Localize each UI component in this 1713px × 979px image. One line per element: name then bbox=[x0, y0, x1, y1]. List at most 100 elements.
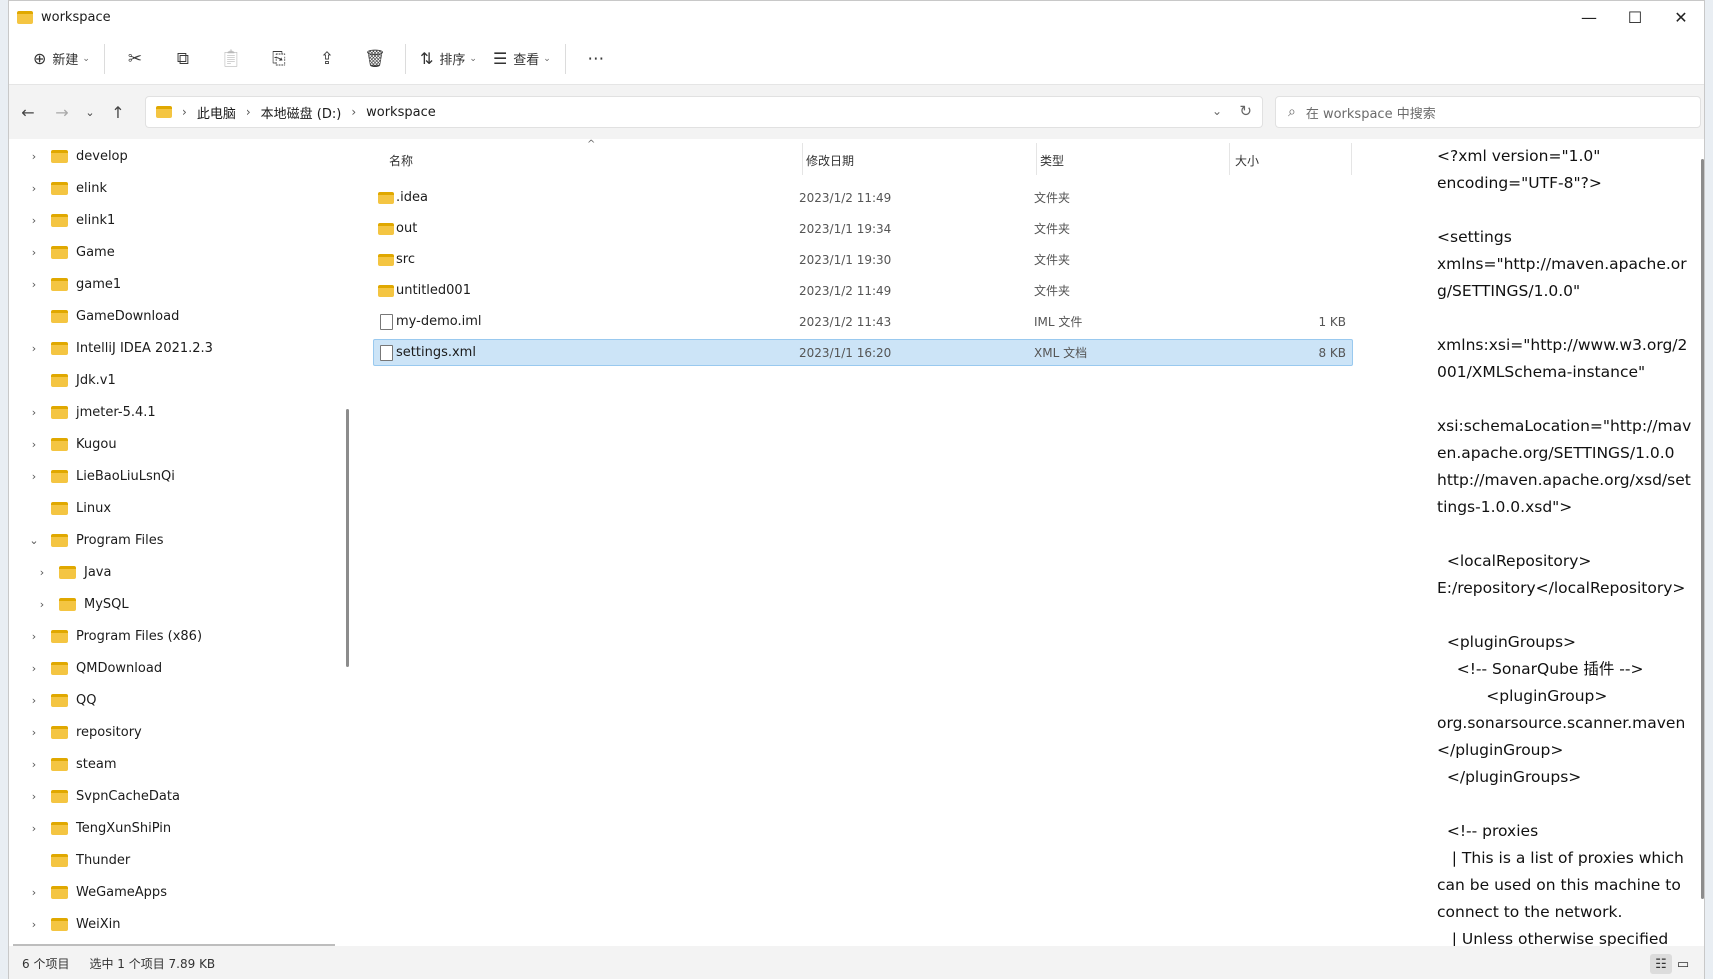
chevron-right-icon[interactable]: › bbox=[35, 566, 49, 579]
nav-item[interactable]: › LieBaoLiuLsnQi bbox=[9, 461, 329, 491]
nav-item[interactable]: Jdk.v1 bbox=[9, 365, 329, 395]
nav-item[interactable]: › MySQL bbox=[9, 589, 329, 619]
file-row[interactable]: my-demo.iml 2023/1/2 11:43 IML 文件 1 KB bbox=[373, 308, 1353, 335]
chevron-right-icon[interactable]: › bbox=[35, 598, 49, 611]
forward-icon[interactable]: → bbox=[45, 95, 79, 129]
breadcrumb-this-pc[interactable]: 此电脑 bbox=[197, 103, 236, 122]
nav-item[interactable]: › QQ bbox=[9, 685, 329, 715]
nav-item[interactable]: › SvpnCacheData bbox=[9, 781, 329, 811]
nav-item[interactable]: › Game bbox=[9, 237, 329, 267]
preview-scrollbar[interactable] bbox=[1699, 139, 1707, 946]
tiles-view-icon[interactable]: ▭ bbox=[1672, 954, 1694, 974]
copy-icon[interactable]: ⧉ bbox=[159, 42, 207, 76]
sort-button[interactable]: ⇅ 排序 ⌄ bbox=[412, 42, 485, 76]
nav-item-label: Kugou bbox=[76, 436, 117, 452]
recent-chevron-icon[interactable]: ⌄ bbox=[79, 95, 101, 129]
nav-item[interactable]: › Java bbox=[9, 557, 329, 587]
search-input[interactable]: ⌕ 在 workspace 中搜索 bbox=[1275, 96, 1701, 128]
nav-item[interactable]: › WeGameApps bbox=[9, 877, 329, 907]
nav-item[interactable]: › TengXunShiPin bbox=[9, 813, 329, 843]
file-row[interactable]: src 2023/1/1 19:30 文件夹 bbox=[373, 246, 1353, 273]
nav-item[interactable]: › steam bbox=[9, 749, 329, 779]
chevron-right-icon[interactable]: › bbox=[27, 342, 41, 355]
file-name: settings.xml bbox=[396, 345, 476, 360]
chevron-right-icon: › bbox=[245, 105, 251, 119]
nav-item[interactable]: › WeiXin bbox=[9, 909, 329, 939]
column-header-type[interactable]: 类型 bbox=[1040, 145, 1064, 175]
nav-item[interactable]: › game1 bbox=[9, 269, 329, 299]
back-icon[interactable]: ← bbox=[11, 95, 45, 129]
rename-icon[interactable]: ⎘ bbox=[255, 42, 303, 76]
nav-item[interactable]: Linux bbox=[9, 493, 329, 523]
new-button[interactable]: ⊕ 新建 ⌄ bbox=[25, 42, 98, 76]
nav-item[interactable]: Thunder bbox=[9, 845, 329, 875]
nav-item[interactable]: › elink1 bbox=[9, 205, 329, 235]
nav-item[interactable]: › Kugou bbox=[9, 429, 329, 459]
chevron-right-icon[interactable]: › bbox=[27, 246, 41, 259]
cut-icon[interactable]: ✂ bbox=[111, 42, 159, 76]
file-row[interactable]: out 2023/1/1 19:34 文件夹 bbox=[373, 215, 1353, 242]
nav-item[interactable]: › Program Files (x86) bbox=[9, 621, 329, 651]
chevron-right-icon[interactable]: › bbox=[27, 214, 41, 227]
nav-item[interactable]: › repository bbox=[9, 717, 329, 747]
view-button[interactable]: ☰ 查看 ⌄ bbox=[485, 42, 559, 76]
column-header-date[interactable]: 修改日期 bbox=[806, 145, 854, 175]
folder-icon bbox=[51, 213, 68, 227]
chevron-right-icon[interactable]: › bbox=[27, 278, 41, 291]
nav-item-label: WeiXin bbox=[76, 916, 121, 932]
folder-icon bbox=[51, 405, 68, 419]
chevron-right-icon[interactable]: › bbox=[27, 182, 41, 195]
delete-icon[interactable]: 🗑︎ bbox=[351, 42, 399, 76]
chevron-right-icon[interactable]: › bbox=[27, 470, 41, 483]
nav-item[interactable]: › develop bbox=[9, 141, 329, 171]
nav-scrollbar[interactable] bbox=[337, 139, 351, 946]
chevron-right-icon[interactable]: › bbox=[27, 758, 41, 771]
nav-item[interactable]: › QMDownload bbox=[9, 653, 329, 683]
share-icon[interactable]: ⇪ bbox=[303, 42, 351, 76]
chevron-right-icon[interactable]: › bbox=[27, 918, 41, 931]
folder-icon bbox=[51, 245, 68, 259]
chevron-right-icon[interactable]: › bbox=[27, 790, 41, 803]
maximize-button[interactable]: ☐ bbox=[1612, 1, 1658, 33]
chevron-down-icon: ⌄ bbox=[82, 53, 90, 64]
up-icon[interactable]: ↑ bbox=[101, 95, 135, 129]
nav-item-label: MySQL bbox=[84, 596, 129, 612]
nav-item[interactable]: ⌄ Program Files bbox=[9, 525, 329, 555]
nav-item-label: Jdk.v1 bbox=[76, 372, 116, 388]
more-icon[interactable]: ⋯ bbox=[572, 42, 620, 76]
nav-item[interactable]: GameDownload bbox=[9, 301, 329, 331]
address-bar[interactable]: › 此电脑 › 本地磁盘 (D:) › workspace ⌄ ↻ bbox=[145, 96, 1263, 128]
column-header-name[interactable]: 名称 bbox=[389, 145, 413, 175]
file-name: my-demo.iml bbox=[396, 314, 482, 329]
nav-item[interactable]: › IntelliJ IDEA 2021.2.3 bbox=[9, 333, 329, 363]
chevron-right-icon[interactable]: › bbox=[27, 662, 41, 675]
chevron-right-icon[interactable]: › bbox=[27, 150, 41, 163]
breadcrumb-drive[interactable]: 本地磁盘 (D:) bbox=[261, 103, 342, 122]
chevron-right-icon[interactable]: › bbox=[27, 630, 41, 643]
breadcrumb-workspace[interactable]: workspace bbox=[366, 105, 436, 120]
file-row[interactable]: .idea 2023/1/2 11:49 文件夹 bbox=[373, 184, 1353, 211]
nav-item[interactable]: › elink bbox=[9, 173, 329, 203]
minimize-button[interactable]: — bbox=[1566, 1, 1612, 33]
details-view-icon[interactable]: ☷ bbox=[1650, 954, 1672, 974]
refresh-icon[interactable]: ↻ bbox=[1239, 102, 1252, 120]
close-button[interactable]: ✕ bbox=[1658, 1, 1704, 33]
chevron-down-icon: ⌄ bbox=[543, 53, 551, 64]
chevron-down-icon[interactable]: ⌄ bbox=[1212, 104, 1222, 118]
column-header-size[interactable]: 大小 bbox=[1235, 145, 1259, 175]
chevron-down-icon: ⌄ bbox=[469, 53, 477, 64]
chevron-right-icon[interactable]: › bbox=[27, 726, 41, 739]
chevron-right-icon[interactable]: › bbox=[27, 438, 41, 451]
chevron-right-icon[interactable]: › bbox=[27, 406, 41, 419]
folder-icon bbox=[51, 629, 68, 643]
file-row[interactable]: untitled001 2023/1/2 11:49 文件夹 bbox=[373, 277, 1353, 304]
chevron-right-icon[interactable]: › bbox=[27, 886, 41, 899]
address-row: ← → ⌄ ↑ › 此电脑 › 本地磁盘 (D:) › workspace ⌄ … bbox=[9, 86, 1704, 138]
file-list: ^ 名称 修改日期 类型 大小 .idea 2023/1/2 11:49 文件夹 ou… bbox=[365, 139, 1355, 946]
chevron-right-icon[interactable]: › bbox=[27, 694, 41, 707]
paste-icon[interactable]: 📋︎ bbox=[207, 42, 255, 76]
nav-item[interactable]: › jmeter-5.4.1 bbox=[9, 397, 329, 427]
file-row[interactable]: settings.xml 2023/1/1 16:20 XML 文档 8 KB bbox=[373, 339, 1353, 366]
chevron-right-icon[interactable]: › bbox=[27, 822, 41, 835]
chevron-down-icon[interactable]: ⌄ bbox=[27, 534, 41, 547]
